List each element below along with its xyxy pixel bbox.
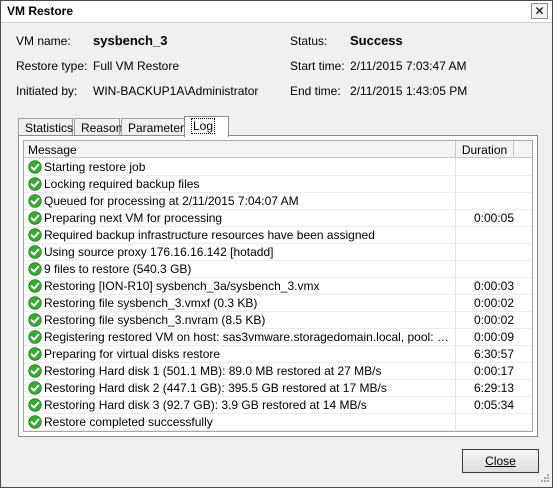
log-duration: 0:00:09 <box>473 330 515 344</box>
log-duration: 6:29:13 <box>473 381 515 395</box>
log-duration: 0:00:03 <box>473 279 515 293</box>
restore-type-value: Full VM Restore <box>93 59 180 73</box>
end-time-label: End time: <box>290 84 341 98</box>
log-row[interactable]: Preparing next VM for processing 0:00:05 <box>24 210 532 227</box>
green-check-icon <box>28 313 42 327</box>
initiated-by-label: Initiated by: <box>16 84 78 98</box>
log-duration: 0:00:02 <box>473 313 515 327</box>
log-row[interactable]: Restoring Hard disk 1 (501.1 MB): 89.0 M… <box>24 363 532 380</box>
log-message: Restoring Hard disk 2 (447.1 GB): 395.5 … <box>44 381 387 395</box>
log-duration: 6:30:57 <box>473 347 515 361</box>
tab-log[interactable]: Log <box>184 116 229 137</box>
log-duration: 0:00:17 <box>473 364 515 378</box>
log-row[interactable]: Restoring Hard disk 3 (92.7 GB): 3.9 GB … <box>24 397 532 414</box>
window-title: VM Restore <box>7 4 74 18</box>
log-table[interactable]: Message Duration Starting restore job Loc… <box>23 140 533 432</box>
log-message: Restore completed successfully <box>44 415 213 429</box>
log-message: Restoring Hard disk 3 (92.7 GB): 3.9 GB … <box>44 398 367 412</box>
green-check-icon <box>28 364 42 378</box>
log-row[interactable]: Restore completed successfully <box>24 414 532 431</box>
log-row[interactable]: Registering restored VM on host: sas3vmw… <box>24 329 532 346</box>
log-message: Locking required backup files <box>44 177 200 191</box>
log-panel: Message Duration Starting restore job Loc… <box>18 135 538 437</box>
green-check-icon <box>28 415 42 429</box>
log-table-header: Message Duration <box>24 141 532 158</box>
close-icon[interactable]: ✕ <box>531 3 548 19</box>
vm-restore-dialog: VM Restore ✕ VM name: sysbench_3 Restore… <box>0 0 553 488</box>
log-message: Starting restore job <box>44 160 146 174</box>
log-row[interactable]: Restoring Hard disk 2 (447.1 GB): 395.5 … <box>24 380 532 397</box>
log-message: Restoring file sysbench_3.nvram (8.5 KB) <box>44 313 266 327</box>
green-check-icon <box>28 211 42 225</box>
log-row[interactable]: Preparing for virtual disks restore 6:30:… <box>24 346 532 363</box>
green-check-icon <box>28 296 42 310</box>
green-check-icon <box>28 160 42 174</box>
log-message: Required backup infrastructure resources… <box>44 228 375 242</box>
log-message: Using source proxy 176.16.16.142 [hotadd… <box>44 245 274 259</box>
green-check-icon <box>28 262 42 276</box>
tab-statistics[interactable]: Statistics <box>18 118 73 136</box>
log-message: Queued for processing at 2/11/2015 7:04:… <box>44 194 299 208</box>
start-time-value: 2/11/2015 7:03:47 AM <box>350 59 467 73</box>
end-time-value: 2/11/2015 1:43:05 PM <box>350 84 468 98</box>
green-check-icon <box>28 381 42 395</box>
log-row[interactable]: Required backup infrastructure resources… <box>24 227 532 244</box>
log-message: Restoring Hard disk 1 (501.1 MB): 89.0 M… <box>44 364 382 378</box>
column-header-duration[interactable]: Duration <box>456 141 514 158</box>
log-row[interactable]: Restoring file sysbench_3.nvram (8.5 KB)… <box>24 312 532 329</box>
tab-reason[interactable]: Reason <box>74 118 122 136</box>
log-duration: 0:05:34 <box>473 398 515 412</box>
vm-name-value: sysbench_3 <box>93 33 168 48</box>
green-check-icon <box>28 194 42 208</box>
log-message: Restoring [ION-R10] sysbench_3a/sysbench… <box>44 279 320 293</box>
log-duration: 0:00:02 <box>473 296 515 310</box>
close-button[interactable]: Close <box>462 449 539 473</box>
column-header-message[interactable]: Message <box>24 141 456 158</box>
status-value: Success <box>350 33 403 48</box>
green-check-icon <box>28 330 42 344</box>
start-time-label: Start time: <box>290 59 345 73</box>
green-check-icon <box>28 398 42 412</box>
log-message: Preparing next VM for processing <box>44 211 223 225</box>
log-row[interactable]: Using source proxy 176.16.16.142 [hotadd… <box>24 244 532 261</box>
tab-parameters[interactable]: Parameters <box>121 118 190 136</box>
green-check-icon <box>28 279 42 293</box>
log-row[interactable]: Queued for processing at 2/11/2015 7:04:… <box>24 193 532 210</box>
log-row[interactable]: Restoring [ION-R10] sysbench_3a/sysbench… <box>24 278 532 295</box>
log-row[interactable]: Restoring file sysbench_3.vmxf (0.3 KB) 0… <box>24 295 532 312</box>
green-check-icon <box>28 347 42 361</box>
log-message: Registering restored VM on host: sas3vmw… <box>44 330 452 344</box>
log-message: Restoring file sysbench_3.vmxf (0.3 KB) <box>44 296 258 310</box>
restore-type-label: Restore type: <box>16 59 88 73</box>
log-row[interactable]: Locking required backup files <box>24 176 532 193</box>
green-check-icon <box>28 245 42 259</box>
title-bar: VM Restore ✕ <box>1 1 552 23</box>
log-row[interactable]: 9 files to restore (540.3 GB) <box>24 261 532 278</box>
vm-name-label: VM name: <box>16 34 71 48</box>
initiated-by-value: WIN-BACKUP1A\Administrator <box>93 84 259 98</box>
green-check-icon <box>28 228 42 242</box>
log-row[interactable]: Starting restore job <box>24 159 532 176</box>
status-label: Status: <box>290 34 328 48</box>
resize-grip-icon[interactable] <box>538 473 550 485</box>
log-duration: 0:00:05 <box>473 211 515 225</box>
log-message: Preparing for virtual disks restore <box>44 347 221 361</box>
log-message: 9 files to restore (540.3 GB) <box>44 262 192 276</box>
green-check-icon <box>28 177 42 191</box>
